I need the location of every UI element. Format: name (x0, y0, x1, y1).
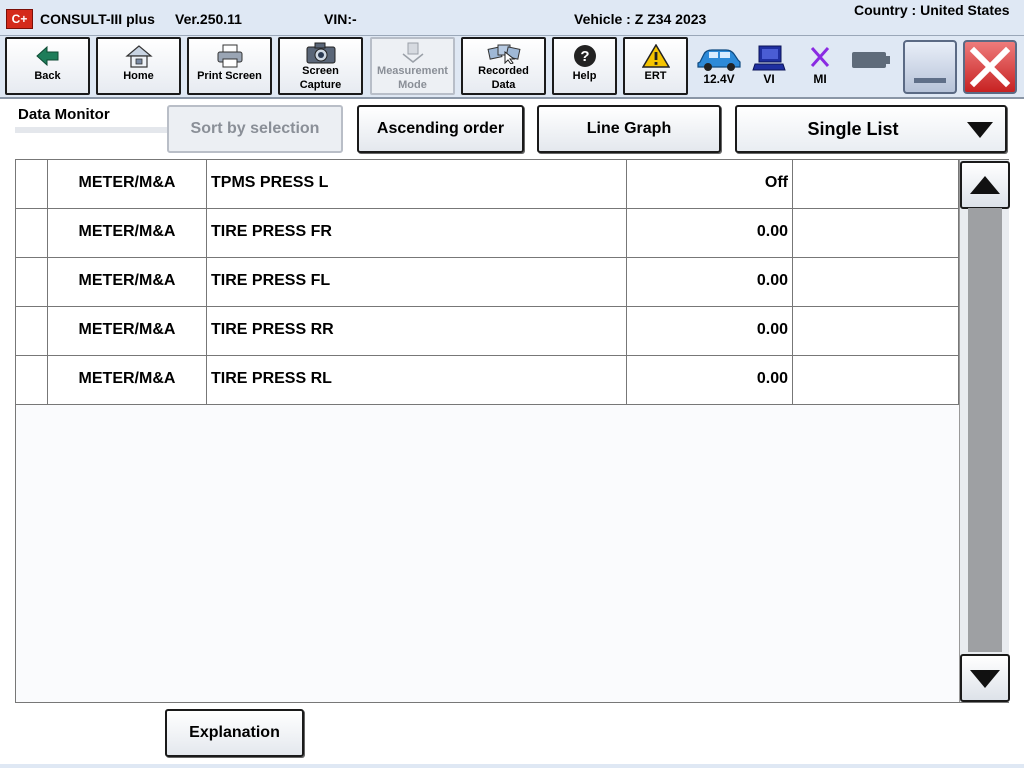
back-button[interactable]: Back (5, 37, 90, 95)
warning-icon (641, 44, 670, 68)
help-icon: ? (573, 45, 596, 67)
battery-icon (852, 52, 890, 68)
table-row[interactable]: METER/M&A TIRE PRESS FR 0.00 (16, 209, 959, 258)
item-cell: TIRE PRESS FL (207, 258, 627, 306)
minimize-button[interactable] (903, 40, 957, 94)
data-monitor-table: METER/M&A TPMS PRESS L Off METER/M&A TIR… (15, 159, 1010, 703)
row-marker-cell (16, 356, 48, 404)
row-marker-cell (16, 307, 48, 355)
measurement-icon (402, 42, 423, 63)
vi-device-icon (752, 45, 786, 71)
ert-button[interactable]: ERT (623, 37, 688, 95)
mi-disconnected-icon (810, 47, 830, 67)
view-mode-dropdown[interactable]: Single List (735, 105, 1007, 153)
screen-capture-label-1: Screen (302, 65, 339, 77)
table-row[interactable]: METER/M&A TIRE PRESS RL 0.00 (16, 356, 959, 405)
mi-status: MI (793, 44, 847, 86)
bottom-border (0, 764, 1024, 768)
item-cell: TIRE PRESS RL (207, 356, 627, 404)
back-arrow-icon (35, 45, 58, 67)
value-cell: 0.00 (627, 307, 793, 355)
vi-status: VI (742, 44, 796, 86)
camera-icon (306, 42, 335, 64)
table-row[interactable]: METER/M&A TPMS PRESS L Off (16, 160, 959, 209)
unit-cell (793, 258, 959, 306)
ert-label: ERT (644, 70, 667, 82)
unit-cell (793, 209, 959, 257)
sort-by-selection-button[interactable]: Sort by selection (167, 105, 343, 153)
print-screen-label: Print Screen (197, 70, 262, 82)
row-marker-cell (16, 160, 48, 208)
svg-text:?: ? (580, 48, 589, 65)
print-screen-button[interactable]: Print Screen (187, 37, 272, 95)
minimize-icon (914, 78, 946, 83)
arrow-up-icon (970, 176, 1000, 194)
row-marker-cell (16, 258, 48, 306)
data-monitor-tab-underline (15, 127, 167, 133)
help-label: Help (572, 70, 597, 82)
value-cell: 0.00 (627, 258, 793, 306)
screen-capture-button[interactable]: Screen Capture (278, 37, 363, 95)
value-cell: 0.00 (627, 356, 793, 404)
vi-label: VI (763, 72, 775, 86)
row-marker-cell (16, 209, 48, 257)
help-button[interactable]: ? Help (552, 37, 617, 95)
recorded-data-label-2: Data (491, 79, 516, 91)
unit-cell (793, 160, 959, 208)
app-version: Ver.250.11 (175, 11, 242, 27)
item-cell: TIRE PRESS FR (207, 209, 627, 257)
table-row[interactable]: METER/M&A TIRE PRESS RR 0.00 (16, 307, 959, 356)
measurement-mode-label-2: Mode (398, 79, 427, 91)
data-monitor-title: Data Monitor (18, 106, 110, 123)
close-icon (969, 46, 1011, 88)
printer-icon (217, 44, 242, 68)
vertical-scrollbar[interactable] (959, 160, 1010, 702)
car-icon (697, 49, 741, 71)
ascending-order-button[interactable]: Ascending order (357, 105, 524, 153)
vin-label: VIN:- (324, 11, 357, 27)
system-cell: METER/M&A (48, 356, 207, 404)
unit-cell (793, 307, 959, 355)
explanation-button[interactable]: Explanation (165, 709, 304, 757)
recorded-data-label-1: Recorded (478, 65, 529, 77)
back-label: Back (34, 70, 61, 82)
toolbar: Back Home Print Screen Screen Capture Me… (0, 36, 1024, 99)
value-cell: 0.00 (627, 209, 793, 257)
scroll-up-button[interactable] (960, 161, 1010, 209)
title-bar: C+ CONSULT-III plus Ver.250.11 VIN:- Veh… (0, 0, 1024, 36)
line-graph-button[interactable]: Line Graph (537, 105, 721, 153)
screen-capture-label-2: Capture (299, 79, 342, 91)
country-label: Country : United States (854, 2, 1010, 18)
scrollbar-track[interactable] (968, 208, 1002, 652)
system-cell: METER/M&A (48, 307, 207, 355)
close-button[interactable] (963, 40, 1017, 94)
scroll-down-button[interactable] (960, 654, 1010, 702)
table-row[interactable]: METER/M&A TIRE PRESS FL 0.00 (16, 258, 959, 307)
unit-cell (793, 356, 959, 404)
value-cell: Off (627, 160, 793, 208)
chevron-down-icon (967, 122, 993, 138)
home-label: Home (123, 70, 154, 82)
app-logo: C+ (6, 9, 33, 29)
system-cell: METER/M&A (48, 160, 207, 208)
mi-label: MI (813, 72, 827, 86)
recorded-data-icon (486, 44, 521, 64)
item-cell: TPMS PRESS L (207, 160, 627, 208)
app-name: CONSULT-III plus (40, 11, 155, 27)
home-icon (124, 45, 153, 68)
battery-voltage-value: 12.4V (703, 72, 735, 86)
system-cell: METER/M&A (48, 258, 207, 306)
recorded-data-button[interactable]: Recorded Data (461, 37, 546, 95)
arrow-down-icon (970, 670, 1000, 688)
item-cell: TIRE PRESS RR (207, 307, 627, 355)
battery-voltage-status: 12.4V (692, 44, 746, 86)
view-mode-value: Single List (807, 119, 899, 139)
measurement-mode-button[interactable]: Measurement Mode (370, 37, 455, 95)
battery-status (843, 46, 897, 74)
measurement-mode-label-1: Measurement (377, 65, 448, 77)
home-button[interactable]: Home (96, 37, 181, 95)
vehicle-label: Vehicle : Z Z34 2023 (574, 11, 707, 27)
system-cell: METER/M&A (48, 209, 207, 257)
